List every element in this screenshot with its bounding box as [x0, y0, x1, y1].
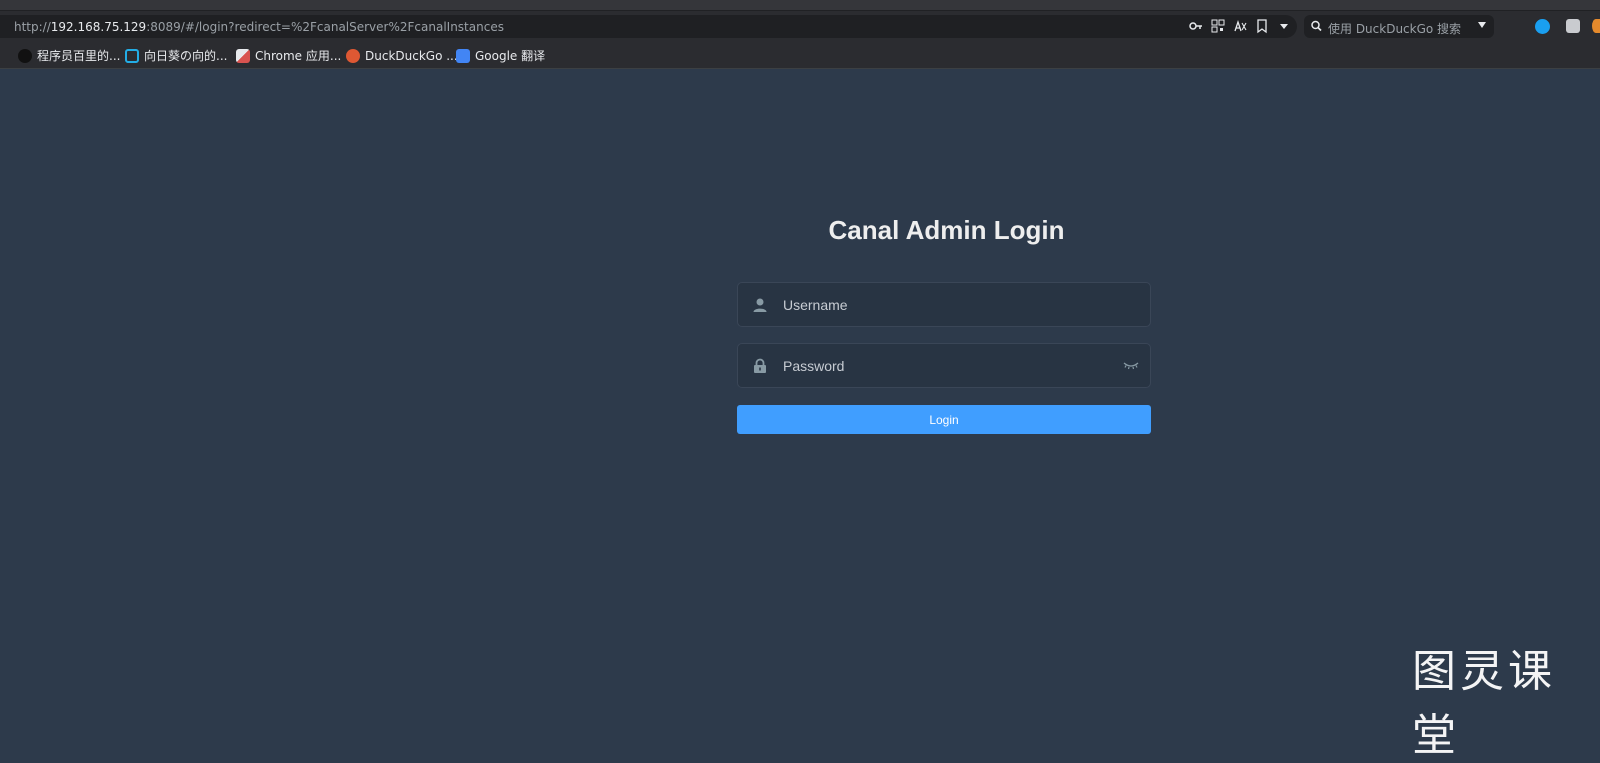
bookmark-label: Chrome 应用...	[255, 49, 342, 63]
user-icon	[752, 297, 768, 313]
bilibili-icon	[125, 48, 139, 63]
extension-icon-2[interactable]	[1566, 19, 1580, 33]
login-page: Canal Admin Login Login 图灵课堂	[0, 69, 1600, 761]
search-engine-box[interactable]: 使用 DuckDuckGo 搜索	[1304, 15, 1494, 38]
watermark-text: 图灵课堂	[1412, 646, 1556, 761]
search-dropdown-icon[interactable]	[1478, 22, 1486, 28]
browser-toolbar: http://192.168.75.129:8089/#/login?redir…	[0, 11, 1600, 42]
search-placeholder: 使用 DuckDuckGo 搜索	[1328, 22, 1462, 36]
bookmark-item[interactable]: DuckDuckGo ...	[346, 47, 458, 64]
login-button[interactable]: Login	[737, 405, 1151, 434]
key-icon[interactable]	[1189, 18, 1203, 34]
translate-icon[interactable]	[1233, 18, 1247, 34]
extension-icon-3[interactable]	[1592, 19, 1600, 33]
google-translate-icon	[456, 48, 470, 63]
bookmark-icon[interactable]	[1255, 18, 1269, 34]
bookmark-item[interactable]: Chrome 应用...	[236, 47, 341, 64]
bookmark-item[interactable]: 程序员百里的...	[18, 47, 120, 64]
qr-code-icon[interactable]	[1211, 18, 1225, 34]
tiktok-icon	[18, 48, 32, 63]
bookmark-item[interactable]: 向日葵の向的...	[125, 47, 227, 64]
url-scheme: http://	[14, 20, 51, 34]
address-bar-icons	[1189, 18, 1291, 34]
username-input[interactable]	[783, 283, 1123, 326]
bookmark-label: Google 翻译	[475, 49, 546, 63]
url-path: :8089/#/login?redirect=%2FcanalServer%2F…	[146, 20, 504, 34]
address-bar[interactable]: http://192.168.75.129:8089/#/login?redir…	[0, 15, 1297, 38]
bookmark-label: 向日葵の向的...	[144, 49, 228, 63]
bookmark-label: DuckDuckGo ...	[365, 48, 458, 63]
bookmarks-bar: 程序员百里的... 向日葵の向的... Chrome 应用... DuckDuc…	[0, 42, 1600, 69]
browser-tab-strip	[0, 0, 1600, 11]
bookmark-item[interactable]: Google 翻译	[456, 47, 545, 64]
search-icon	[1310, 18, 1324, 37]
duckduckgo-icon	[346, 48, 360, 63]
dropdown-icon[interactable]	[1277, 18, 1291, 34]
bookmark-label: 程序员百里的...	[37, 49, 121, 63]
password-field[interactable]	[737, 343, 1151, 388]
page-title: Canal Admin Login	[828, 215, 1065, 245]
password-input[interactable]	[783, 344, 1123, 387]
chrome-apps-icon	[236, 48, 250, 63]
lock-icon	[752, 358, 768, 374]
username-field[interactable]	[737, 282, 1151, 327]
eye-closed-icon[interactable]	[1122, 358, 1140, 372]
extension-icon-1[interactable]	[1535, 19, 1550, 34]
url-text[interactable]: http://192.168.75.129:8089/#/login?redir…	[14, 20, 504, 34]
url-host: 192.168.75.129	[50, 20, 147, 34]
